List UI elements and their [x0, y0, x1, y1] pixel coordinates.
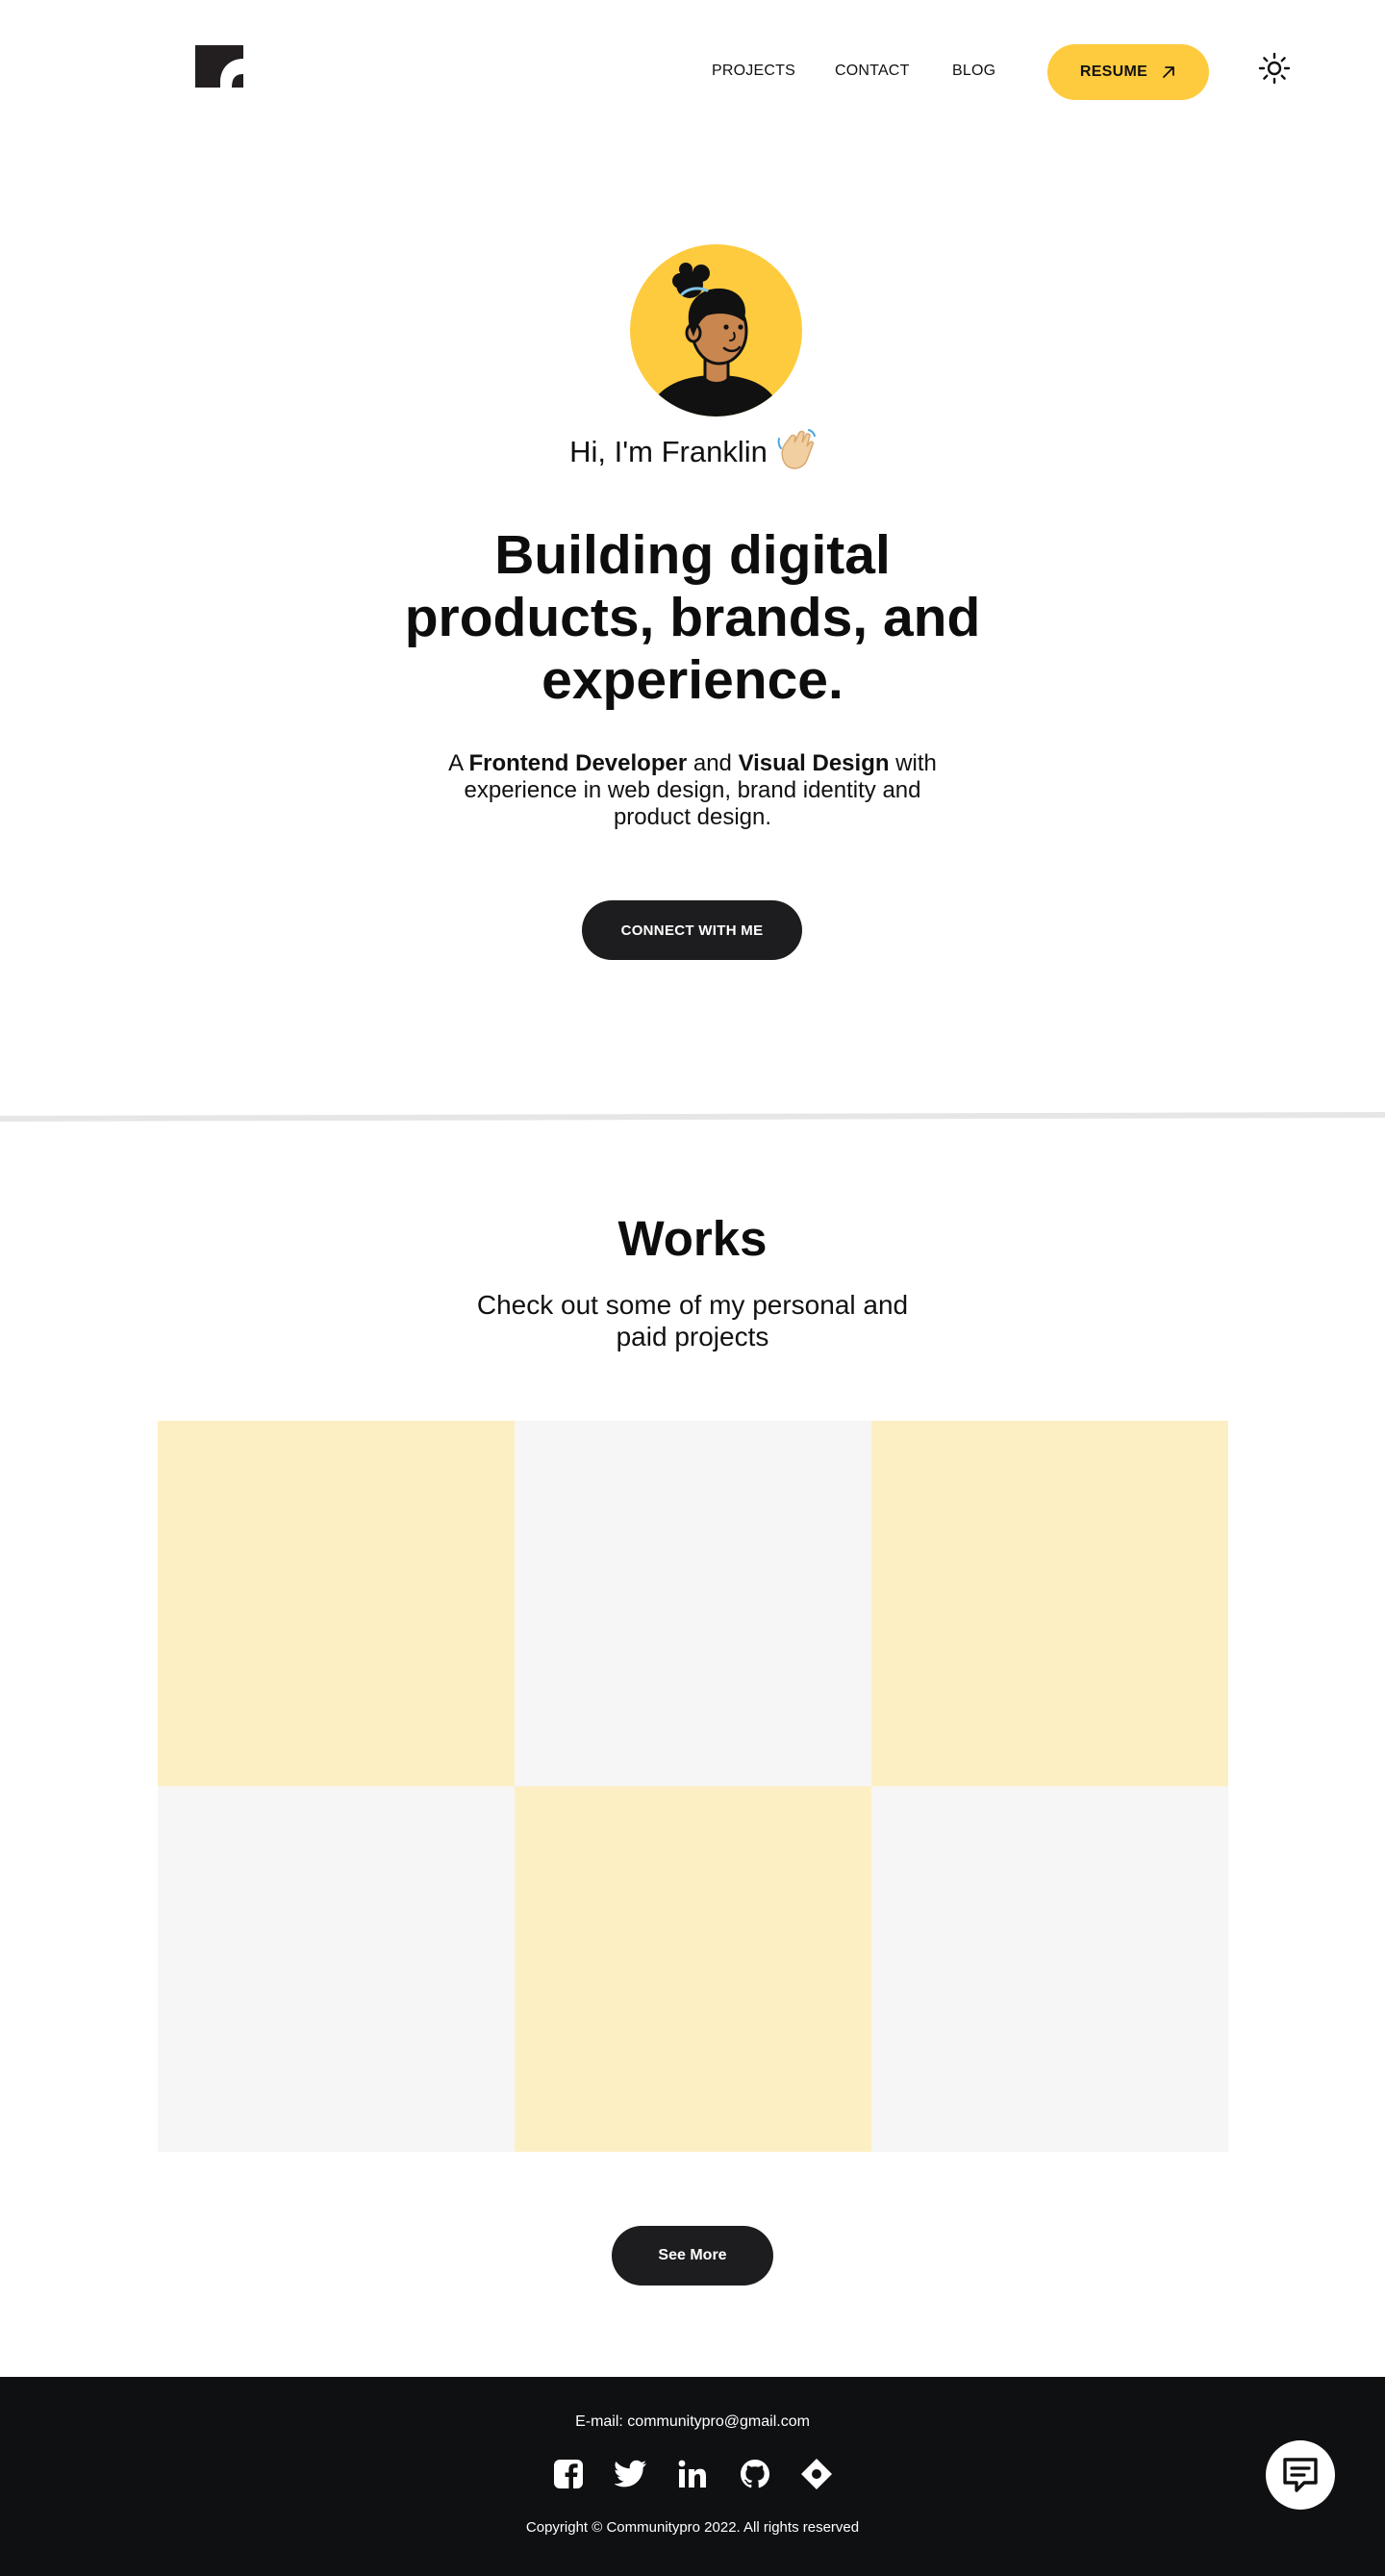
main-nav: PROJECTS CONTACT BLOG RESUME: [0, 44, 1385, 100]
project-tile[interactable]: [871, 1421, 1228, 1786]
hero-role-frontend: Frontend Developer: [468, 750, 688, 776]
avatar-illustration: [647, 263, 782, 417]
nav-contact-link[interactable]: CONTACT: [835, 63, 910, 80]
avatar: [630, 244, 802, 417]
nav-blog-link[interactable]: BLOG: [952, 63, 995, 80]
footer-email[interactable]: E-mail: communitypro@gmail.com: [0, 2413, 1385, 2431]
twitter-icon[interactable]: [614, 2457, 648, 2491]
chat-button[interactable]: [1266, 2440, 1335, 2510]
hero-role-visual: Visual Design: [738, 750, 890, 776]
waving-hand-icon: [777, 429, 816, 479]
works-grid: [158, 1421, 1228, 2152]
site-header: PROJECTS CONTACT BLOG RESUME: [0, 0, 1385, 142]
works-subtitle: Check out some of my personal and paid p…: [476, 1290, 909, 1351]
arrow-up-right-icon: [1163, 66, 1175, 78]
dribbble-icon[interactable]: [799, 2457, 834, 2491]
project-tile[interactable]: [871, 1786, 1228, 2152]
chat-icon: [1283, 2458, 1318, 2492]
hero-subtitle-prefix: A: [448, 750, 469, 776]
social-links: [551, 2456, 834, 2492]
resume-button-label: RESUME: [1079, 63, 1148, 80]
linkedin-icon[interactable]: [675, 2457, 710, 2491]
connect-button[interactable]: CONNECT WITH ME: [582, 900, 802, 960]
sun-icon: [1258, 52, 1291, 85]
copyright-text: Copyright © Communitypro 2022. All right…: [525, 2519, 860, 2536]
see-more-button[interactable]: See More: [612, 2226, 773, 2286]
facebook-icon[interactable]: [551, 2457, 586, 2491]
hero-title: Building digital products, brands, and e…: [404, 524, 981, 711]
site-footer: E-mail: communitypro@gmail.com Copyright…: [0, 2377, 1385, 2576]
greeting: Hi, I'm Franklin: [0, 429, 1385, 479]
resume-button[interactable]: RESUME: [1047, 44, 1209, 100]
works-title: Works: [617, 1211, 768, 1266]
project-tile[interactable]: [515, 1421, 871, 1786]
project-tile[interactable]: [158, 1421, 515, 1786]
greeting-text: Hi, I'm Franklin: [569, 435, 768, 469]
hero-subtitle: A Frontend Developer and Visual Design w…: [423, 750, 962, 831]
section-divider: [0, 1112, 1385, 1122]
project-tile[interactable]: [515, 1786, 871, 2152]
github-icon[interactable]: [738, 2457, 772, 2491]
nav-projects-link[interactable]: PROJECTS: [712, 63, 795, 80]
project-tile[interactable]: [158, 1786, 515, 2152]
theme-toggle[interactable]: [1257, 51, 1292, 86]
hero-subtitle-mid: and: [687, 750, 739, 776]
